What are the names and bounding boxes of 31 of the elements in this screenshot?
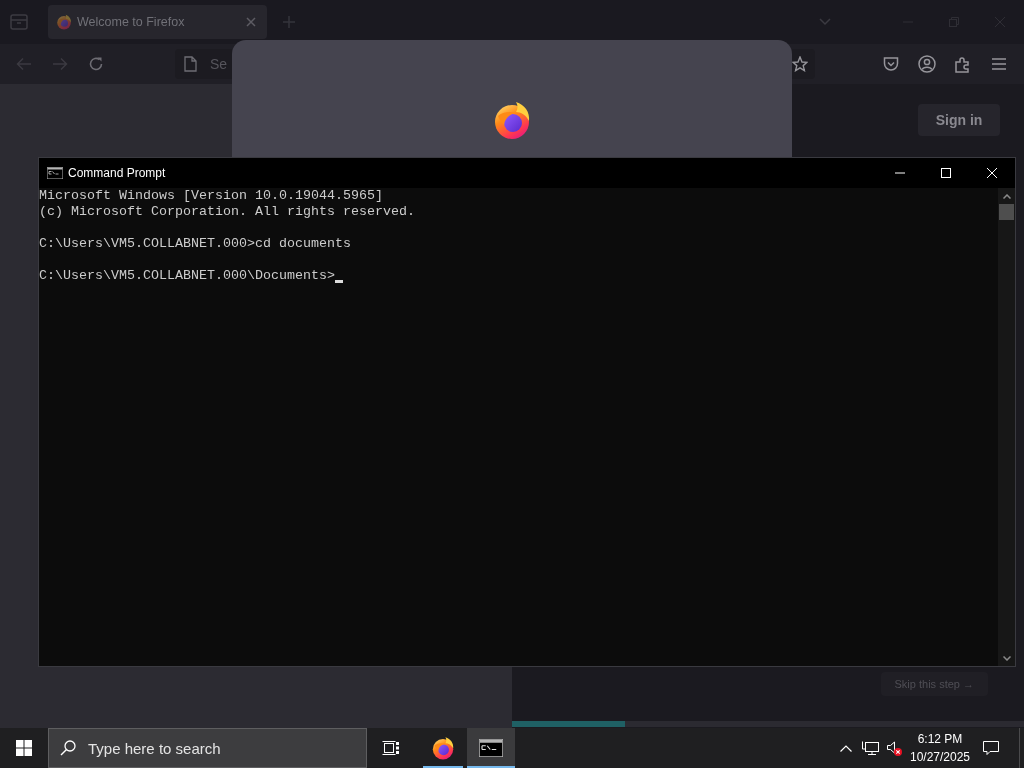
account-icon[interactable]	[918, 55, 936, 73]
terminal-icon	[47, 167, 63, 179]
reload-icon[interactable]	[88, 56, 104, 72]
puzzle-icon[interactable]	[954, 55, 972, 73]
windows-logo-icon[interactable]	[16, 740, 32, 756]
shield-chevron-icon[interactable]	[883, 56, 899, 72]
chevron-down-icon[interactable]	[1002, 655, 1011, 661]
menu-icon[interactable]	[991, 57, 1007, 71]
browser-logo-icon	[431, 736, 455, 760]
search-field[interactable]: Type here to search	[48, 728, 367, 768]
taskbar-app-button[interactable]	[467, 728, 515, 768]
speech-bubble-icon[interactable]	[983, 740, 999, 756]
search-icon	[60, 740, 76, 756]
console-line: Microsoft Windows [Version 10.0.19044.5965]	[39, 188, 383, 204]
console-line: C:\Users\VM5.COLLABNET.000\Documents>	[39, 268, 335, 284]
terminal-icon	[479, 739, 503, 757]
maximize-icon[interactable]	[941, 168, 951, 178]
window-title: Command Prompt	[68, 166, 166, 180]
browser-logo-icon	[492, 100, 532, 140]
speaker-muted-icon[interactable]	[885, 740, 902, 756]
browser-tab[interactable]: Welcome to Firefox	[48, 5, 267, 39]
network-icon[interactable]	[861, 740, 879, 756]
browser-logo-icon	[56, 14, 72, 30]
page-icon	[184, 56, 197, 72]
star-icon[interactable]	[792, 56, 808, 72]
console-line: C:\Users\VM5.COLLABNET.000>cd documents	[39, 236, 351, 252]
sign-in-button[interactable]: Sign in	[918, 104, 1000, 136]
clock-button[interactable]: 6:12 PM 10/27/2025	[905, 728, 975, 768]
scrollbar-thumb[interactable]	[999, 204, 1014, 220]
task-view-icon[interactable]	[382, 740, 400, 756]
console-line: (c) Microsoft Corporation. All rights reserved.	[39, 204, 415, 220]
